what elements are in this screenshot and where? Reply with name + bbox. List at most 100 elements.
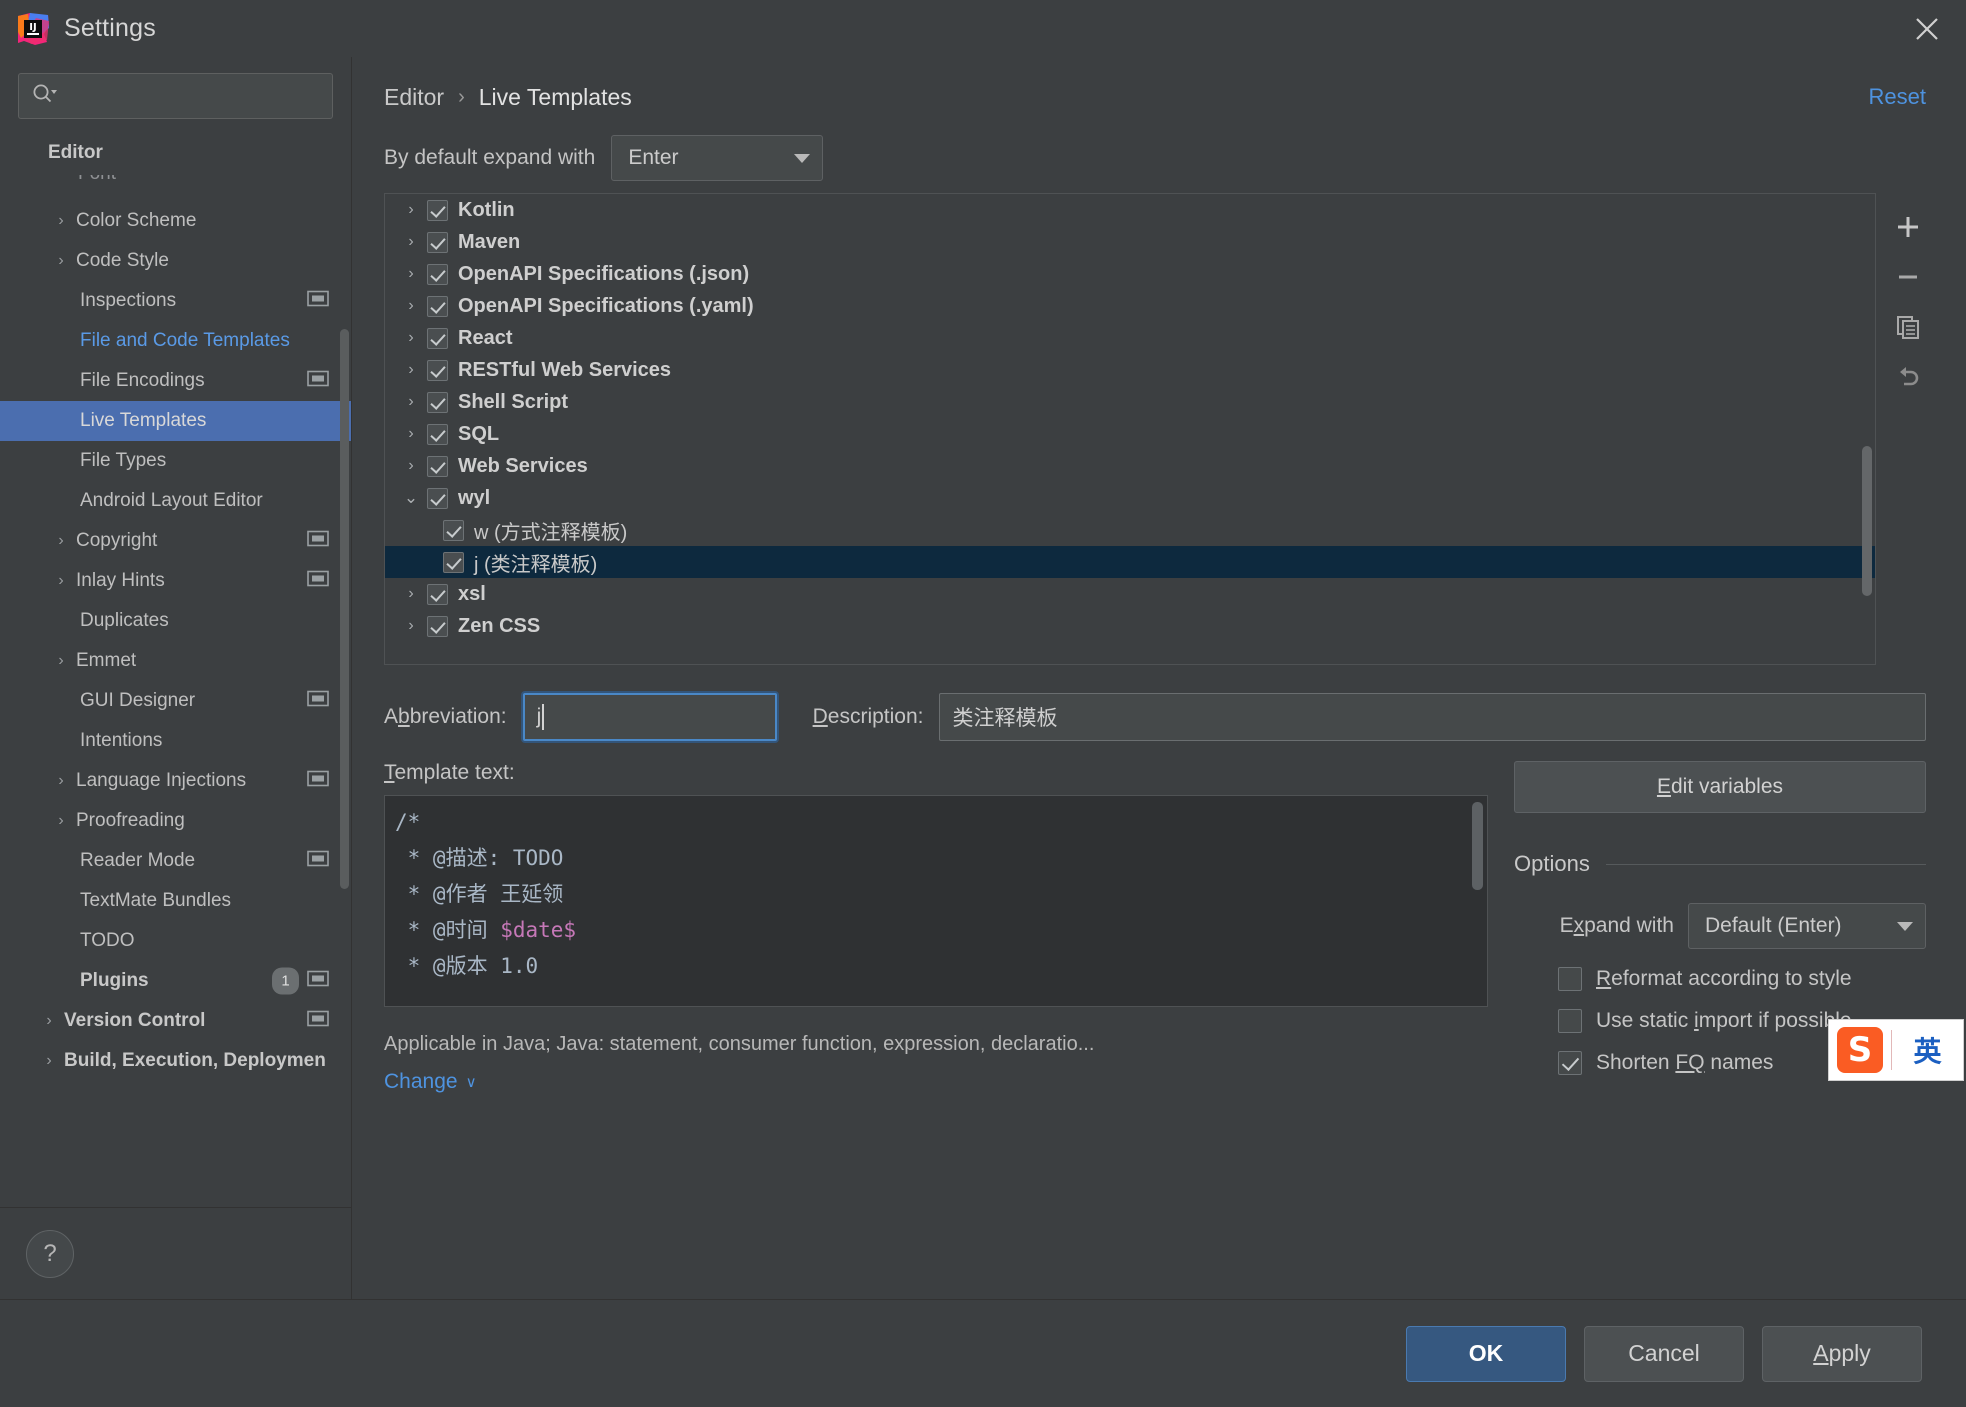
tree-row-checkbox[interactable] bbox=[427, 583, 448, 605]
apply-button[interactable]: Apply bbox=[1762, 1325, 1922, 1382]
tree-row[interactable]: › Shell Script bbox=[385, 386, 1875, 418]
chevron-right-icon[interactable]: › bbox=[50, 212, 72, 230]
expand-with-select[interactable]: Default (Enter) bbox=[1688, 903, 1926, 949]
sidebar-item-plugins[interactable]: Plugins 1 bbox=[0, 961, 351, 1001]
tree-row-checkbox[interactable] bbox=[443, 551, 464, 573]
chevron-right-icon[interactable]: › bbox=[395, 233, 427, 251]
minus-icon[interactable] bbox=[1884, 253, 1932, 301]
sidebar-item-intentions[interactable]: Intentions bbox=[0, 721, 351, 761]
revert-icon[interactable] bbox=[1884, 353, 1932, 401]
use-static-import-checkbox[interactable] bbox=[1558, 1009, 1582, 1033]
tree-row[interactable]: › Kotlin bbox=[385, 194, 1875, 226]
tree-row-checkbox[interactable] bbox=[427, 199, 448, 221]
chevron-right-icon[interactable]: › bbox=[395, 457, 427, 475]
tree-row[interactable]: › React bbox=[385, 322, 1875, 354]
tree-row-checkbox[interactable] bbox=[427, 295, 448, 317]
plus-icon[interactable] bbox=[1884, 203, 1932, 251]
sogou-ime-icon[interactable]: S bbox=[1829, 1020, 1891, 1080]
default-expand-with-select[interactable]: Enter bbox=[611, 135, 824, 181]
sidebar-item-file-types[interactable]: File Types bbox=[0, 441, 351, 481]
sidebar-item-android-layout-editor[interactable]: Android Layout Editor bbox=[0, 481, 351, 521]
chevron-right-icon[interactable]: › bbox=[50, 252, 72, 270]
template-text-scrollbar[interactable] bbox=[1472, 802, 1483, 890]
sidebar-item-editor[interactable]: Editor bbox=[0, 131, 351, 175]
chevron-right-icon[interactable]: › bbox=[395, 201, 427, 219]
reformat-according-to-style-checkbox-row[interactable]: Reformat according to style bbox=[1514, 967, 1926, 991]
sidebar-item-emmet[interactable]: › Emmet bbox=[0, 641, 351, 681]
chevron-right-icon[interactable]: › bbox=[50, 652, 72, 670]
sidebar-item-font[interactable]: Font bbox=[0, 175, 351, 201]
shorten-fq-names-checkbox[interactable] bbox=[1558, 1051, 1582, 1075]
live-templates-tree[interactable]: › Kotlin › Maven › OpenAPI Specification… bbox=[384, 193, 1876, 665]
sidebar-item-gui-designer[interactable]: GUI Designer bbox=[0, 681, 351, 721]
chevron-right-icon[interactable]: › bbox=[50, 572, 72, 590]
abbreviation-input[interactable]: j bbox=[522, 693, 777, 741]
chevron-right-icon[interactable]: › bbox=[395, 361, 427, 379]
sidebar-item-file-encodings[interactable]: File Encodings bbox=[0, 361, 351, 401]
chevron-right-icon[interactable]: › bbox=[395, 585, 427, 603]
sidebar-item-version-control[interactable]: › Version Control bbox=[0, 1001, 351, 1041]
edit-variables-button[interactable]: Edit variables bbox=[1514, 761, 1926, 813]
chevron-right-icon[interactable]: › bbox=[395, 617, 427, 635]
sidebar-item-copyright[interactable]: › Copyright bbox=[0, 521, 351, 561]
tree-row-checkbox[interactable] bbox=[427, 327, 448, 349]
sidebar-item-reader-mode[interactable]: Reader Mode bbox=[0, 841, 351, 881]
chevron-right-icon[interactable]: › bbox=[395, 265, 427, 283]
tree-row-checkbox[interactable] bbox=[427, 423, 448, 445]
chevron-right-icon[interactable]: › bbox=[50, 772, 72, 790]
tree-row-template-w[interactable]: w (方式注释模板) bbox=[385, 514, 1875, 546]
ok-button[interactable]: OK bbox=[1406, 1325, 1566, 1382]
chevron-right-icon[interactable]: › bbox=[38, 1012, 60, 1030]
tree-row[interactable]: › OpenAPI Specifications (.yaml) bbox=[385, 290, 1875, 322]
tree-row-template-j[interactable]: j (类注释模板) bbox=[385, 546, 1875, 578]
description-input[interactable]: 类注释模板 bbox=[939, 693, 1926, 741]
close-icon[interactable] bbox=[1906, 8, 1948, 50]
sidebar-item-build-execution-deployment[interactable]: › Build, Execution, Deploymen bbox=[0, 1041, 351, 1081]
template-text-editor[interactable]: /* * @描述: TODO * @作者 王延领 * @时间 $date$ * … bbox=[384, 795, 1488, 1007]
sidebar-item-language-injections[interactable]: › Language Injections bbox=[0, 761, 351, 801]
sidebar-item-inlay-hints[interactable]: › Inlay Hints bbox=[0, 561, 351, 601]
sidebar-scrollbar[interactable] bbox=[340, 329, 349, 889]
chevron-down-icon[interactable]: ⌄ bbox=[395, 488, 427, 508]
tree-row[interactable]: › Maven bbox=[385, 226, 1875, 258]
chevron-right-icon[interactable]: › bbox=[38, 1052, 60, 1070]
reformat-according-to-style-checkbox[interactable] bbox=[1558, 967, 1582, 991]
tree-row[interactable]: › SQL bbox=[385, 418, 1875, 450]
tree-row[interactable]: › xsl bbox=[385, 578, 1875, 610]
tree-row[interactable]: › Zen CSS bbox=[385, 610, 1875, 642]
search-box[interactable] bbox=[18, 73, 333, 119]
sidebar-item-proofreading[interactable]: › Proofreading bbox=[0, 801, 351, 841]
chevron-right-icon[interactable]: › bbox=[395, 393, 427, 411]
sidebar-item-code-style[interactable]: › Code Style bbox=[0, 241, 351, 281]
tree-row-checkbox[interactable] bbox=[427, 391, 448, 413]
copy-icon[interactable] bbox=[1884, 303, 1932, 351]
tree-row[interactable]: › Web Services bbox=[385, 450, 1875, 482]
chevron-right-icon[interactable]: › bbox=[395, 425, 427, 443]
tree-row-checkbox[interactable] bbox=[443, 519, 464, 541]
sidebar-item-file-and-code-templates[interactable]: File and Code Templates bbox=[0, 321, 351, 361]
sogou-ime-bar[interactable]: S 英 bbox=[1828, 1019, 1964, 1081]
chevron-right-icon[interactable]: › bbox=[50, 532, 72, 550]
chevron-right-icon[interactable]: › bbox=[50, 812, 72, 830]
help-icon[interactable]: ? bbox=[26, 1229, 74, 1278]
sidebar-item-duplicates[interactable]: Duplicates bbox=[0, 601, 351, 641]
ime-mode-indicator[interactable]: 英 bbox=[1892, 1030, 1963, 1070]
sidebar-item-textmate-bundles[interactable]: TextMate Bundles bbox=[0, 881, 351, 921]
reset-link[interactable]: Reset bbox=[1869, 84, 1926, 110]
chevron-right-icon[interactable]: › bbox=[395, 329, 427, 347]
tree-row-checkbox[interactable] bbox=[427, 455, 448, 477]
sidebar-item-color-scheme[interactable]: › Color Scheme bbox=[0, 201, 351, 241]
chevron-right-icon[interactable]: › bbox=[395, 297, 427, 315]
tree-row-checkbox[interactable] bbox=[427, 231, 448, 253]
tree-row-checkbox[interactable] bbox=[427, 487, 448, 509]
tree-row-wyl[interactable]: ⌄ wyl bbox=[385, 482, 1875, 514]
change-context-link[interactable]: Change ∨ bbox=[384, 1070, 477, 1094]
breadcrumb-root[interactable]: Editor bbox=[384, 84, 444, 111]
tree-row[interactable]: › OpenAPI Specifications (.json) bbox=[385, 258, 1875, 290]
tree-row-checkbox[interactable] bbox=[427, 359, 448, 381]
sidebar-item-live-templates[interactable]: Live Templates bbox=[0, 401, 351, 441]
tree-row[interactable]: › RESTful Web Services bbox=[385, 354, 1875, 386]
sidebar-item-inspections[interactable]: Inspections bbox=[0, 281, 351, 321]
tree-row-checkbox[interactable] bbox=[427, 615, 448, 637]
sidebar-item-todo[interactable]: TODO bbox=[0, 921, 351, 961]
